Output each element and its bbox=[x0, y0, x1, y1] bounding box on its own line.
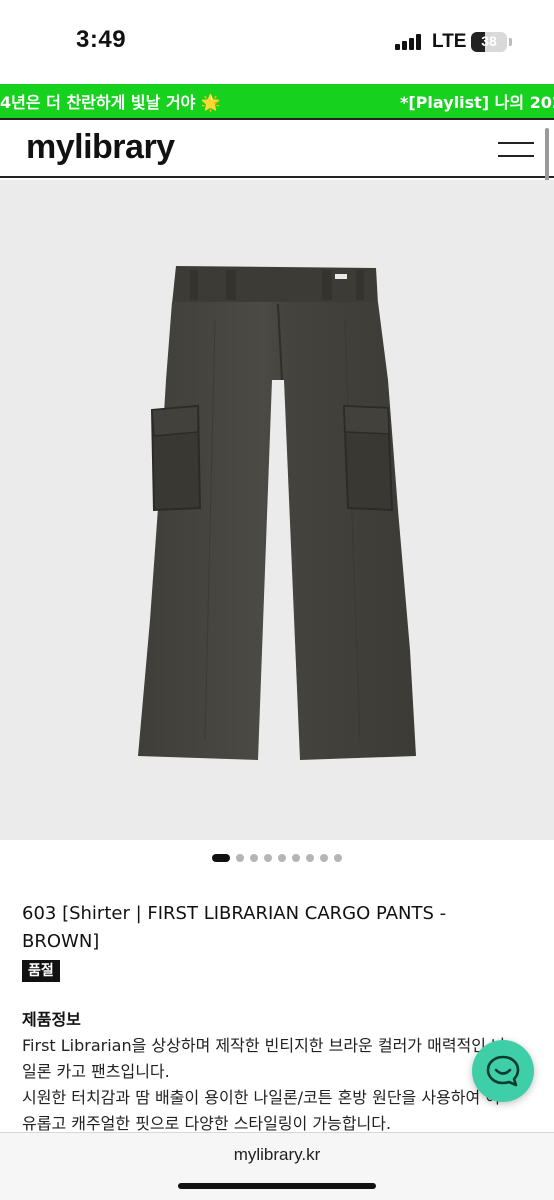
cargo-pants-image bbox=[138, 266, 416, 760]
chat-button[interactable] bbox=[472, 1040, 534, 1102]
carousel-dot[interactable] bbox=[320, 854, 328, 862]
hamburger-icon[interactable] bbox=[498, 136, 534, 162]
site-header: mylibrary bbox=[0, 118, 554, 178]
battery-icon: 38 bbox=[471, 32, 507, 52]
signal-icon bbox=[395, 34, 423, 50]
product-description: First Librarian을 상상하며 제작한 빈티지한 브라운 컬러가 매… bbox=[22, 1033, 542, 1137]
banner-left-label: 4년은 더 찬란하게 빛날 거야 bbox=[0, 93, 196, 112]
star-icon: 🌟 bbox=[200, 93, 221, 112]
description-line: 시원한 터치감과 땀 배출이 용이한 나일론/코튼 혼방 원단을 사용하여 여 bbox=[22, 1088, 501, 1107]
carousel-dot-active[interactable] bbox=[212, 854, 230, 862]
product-info-heading: 제품정보 bbox=[22, 1010, 81, 1029]
carousel-dot[interactable] bbox=[250, 854, 258, 862]
carousel-dot[interactable] bbox=[292, 854, 300, 862]
carousel-dots[interactable] bbox=[0, 854, 554, 866]
carousel-dot[interactable] bbox=[334, 854, 342, 862]
battery-level: 38 bbox=[481, 33, 497, 49]
product-title: 603 [Shirter | FIRST LIBRARIAN CARGO PAN… bbox=[22, 903, 447, 952]
status-bar: 3:49 LTE 38 bbox=[0, 0, 554, 84]
description-line: First Librarian을 상상하며 제작한 빈티지한 브라운 컬러가 매… bbox=[22, 1036, 506, 1055]
banner-text-right[interactable]: *[Playlist] 나의 2024 bbox=[400, 89, 554, 113]
description-line: 일론 카고 팬츠입니다. bbox=[22, 1062, 170, 1081]
carousel-dot[interactable] bbox=[306, 854, 314, 862]
home-indicator[interactable] bbox=[178, 1183, 376, 1189]
announcement-banner[interactable]: 4년은 더 찬란하게 빛날 거야 🌟 *[Playlist] 나의 2024 bbox=[0, 84, 554, 118]
carousel-dot[interactable] bbox=[278, 854, 286, 862]
banner-text-left[interactable]: 4년은 더 찬란하게 빛날 거야 🌟 bbox=[0, 89, 221, 113]
product-image[interactable] bbox=[0, 180, 554, 840]
chat-bubble-icon bbox=[486, 1055, 520, 1087]
carousel-dot[interactable] bbox=[236, 854, 244, 862]
browser-url-bar[interactable]: mylibrary.kr bbox=[0, 1132, 554, 1200]
network-label: LTE bbox=[432, 31, 467, 52]
url-text[interactable]: mylibrary.kr bbox=[0, 1145, 554, 1165]
status-time: 3:49 bbox=[76, 26, 127, 53]
soldout-badge: 품절 bbox=[22, 960, 60, 982]
site-logo[interactable]: mylibrary bbox=[26, 128, 175, 167]
carousel-dot[interactable] bbox=[264, 854, 272, 862]
